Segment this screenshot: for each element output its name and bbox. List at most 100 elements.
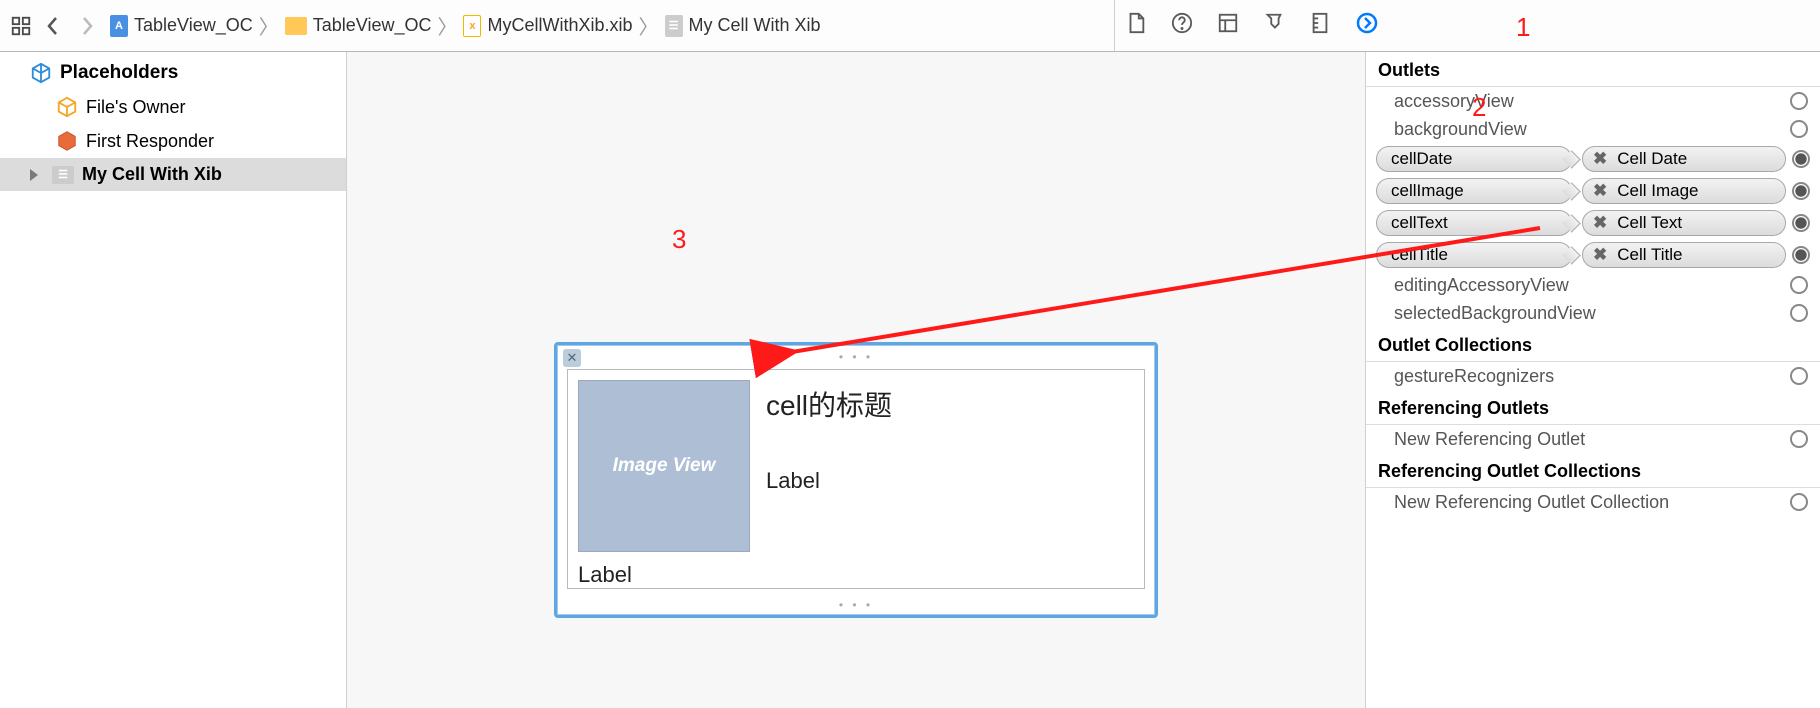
canvas[interactable]: ✕ • • • Image View cell的标题 Label Label •… (347, 52, 1366, 708)
connection-circle-filled-icon[interactable] (1792, 150, 1810, 168)
outlet-backgroundview[interactable]: backgroundView (1366, 115, 1820, 143)
cell-icon: ☰ (665, 15, 683, 37)
breadcrumb-file[interactable]: x MyCellWithXib.xib (463, 15, 632, 37)
size-inspector-icon[interactable] (1309, 12, 1331, 39)
outlet-selectedbackgroundview[interactable]: selectedBackgroundView (1366, 299, 1820, 327)
outlet-target-pill: ✖ Cell Image (1582, 178, 1786, 204)
files-owner-item[interactable]: File's Owner (0, 90, 346, 124)
attributes-inspector-icon[interactable] (1263, 12, 1285, 39)
outlet-name: accessoryView (1378, 91, 1514, 112)
cell-icon: ☰ (52, 166, 74, 184)
annotation-3: 3 (672, 224, 686, 255)
folder-icon (285, 17, 307, 35)
connection-circle-icon[interactable] (1790, 120, 1808, 138)
placeholders-header[interactable]: Placeholders (0, 52, 346, 90)
inspector-tabs (1115, 0, 1389, 51)
outlet-name: editingAccessoryView (1378, 275, 1569, 296)
root-object-label: My Cell With Xib (82, 164, 222, 185)
breadcrumb-object[interactable]: ☰ My Cell With Xib (665, 15, 821, 37)
connection-circle-icon[interactable] (1790, 367, 1808, 385)
identity-inspector-icon[interactable] (1217, 12, 1239, 39)
cell-text-label[interactable]: Label (766, 468, 820, 494)
nav-forward-button[interactable] (70, 11, 104, 41)
image-view-label: Image View (613, 455, 716, 477)
breadcrumb-separator: 〉 (637, 11, 661, 40)
outlet-target: Cell Title (1617, 245, 1682, 265)
breadcrumb-folder[interactable]: TableView_OC (285, 15, 432, 36)
top-toolbar: A TableView_OC 〉 TableView_OC 〉 x MyCell… (0, 0, 1820, 52)
outlet-name: cellText (1391, 213, 1448, 233)
connection-circle-icon[interactable] (1790, 304, 1808, 322)
breadcrumb-project[interactable]: A TableView_OC (110, 15, 253, 37)
outlet-celltitle[interactable]: cellTitle ✖ Cell Title (1366, 239, 1820, 271)
cell-header: ✕ • • • (557, 345, 1155, 369)
document-outline: Placeholders File's Owner First Responde… (0, 52, 347, 708)
outlet-name: backgroundView (1378, 119, 1527, 140)
related-items-icon[interactable] (6, 11, 36, 41)
cell-date-label[interactable]: Label (578, 562, 632, 588)
disconnect-icon[interactable]: ✖ (1593, 213, 1607, 233)
main-area: Placeholders File's Owner First Responde… (0, 52, 1820, 708)
outlet-name: gestureRecognizers (1378, 366, 1554, 387)
outlet-target: Cell Image (1617, 181, 1698, 201)
outlet-name: selectedBackgroundView (1378, 303, 1596, 324)
new-referencing-outlet[interactable]: New Referencing Outlet (1366, 425, 1820, 453)
first-responder-label: First Responder (86, 131, 214, 152)
disconnect-icon[interactable]: ✖ (1593, 149, 1607, 169)
outlet-editingaccessoryview[interactable]: editingAccessoryView (1366, 271, 1820, 299)
cell-title-label[interactable]: cell的标题 (766, 384, 892, 424)
drag-dots-icon: • • • (839, 598, 873, 612)
outlet-gesturerecognizers[interactable]: gestureRecognizers (1366, 362, 1820, 390)
new-referencing-outlet-collection[interactable]: New Referencing Outlet Collection (1366, 488, 1820, 516)
connection-circle-icon[interactable] (1790, 92, 1808, 110)
image-view[interactable]: Image View (578, 380, 750, 552)
outlets-section-title: Outlets (1366, 52, 1820, 87)
outlet-target: Cell Date (1617, 149, 1687, 169)
outlet-accessoryview[interactable]: accessoryView (1366, 87, 1820, 115)
cell-footer: • • • (557, 595, 1155, 615)
disconnect-icon[interactable]: ✖ (1593, 245, 1607, 265)
connection-circle-icon[interactable] (1790, 276, 1808, 294)
connection-circle-filled-icon[interactable] (1792, 182, 1810, 200)
connection-circle-icon[interactable] (1790, 430, 1808, 448)
close-icon[interactable]: ✕ (563, 349, 581, 367)
placeholders-label: Placeholders (60, 62, 178, 84)
connections-inspector-icon[interactable] (1355, 11, 1379, 40)
breadcrumb-folder-label: TableView_OC (313, 15, 432, 36)
xib-icon: x (463, 15, 481, 37)
referencing-outlet-collections-section-title: Referencing Outlet Collections (1366, 453, 1820, 488)
outlet-source-pill: cellTitle (1376, 242, 1572, 268)
annotation-2: 2 (1472, 92, 1486, 123)
connection-circle-filled-icon[interactable] (1792, 246, 1810, 264)
toolbar-left: A TableView_OC 〉 TableView_OC 〉 x MyCell… (0, 0, 1115, 51)
file-inspector-icon[interactable] (1125, 12, 1147, 39)
outlet-celldate[interactable]: cellDate ✖ Cell Date (1366, 143, 1820, 175)
outlet-cellimage[interactable]: cellImage ✖ Cell Image (1366, 175, 1820, 207)
connection-circle-filled-icon[interactable] (1792, 214, 1810, 232)
table-cell-view[interactable]: ✕ • • • Image View cell的标题 Label Label •… (554, 342, 1158, 618)
cube-outline-icon (56, 96, 78, 118)
cube-icon (30, 62, 52, 84)
cell-container: ✕ • • • Image View cell的标题 Label Label •… (554, 342, 1158, 618)
root-object-item[interactable]: ☰ My Cell With Xib (0, 158, 346, 191)
drag-dots-icon: • • • (839, 350, 873, 364)
outlet-source-pill: cellDate (1376, 146, 1572, 172)
breadcrumb-project-label: TableView_OC (134, 15, 253, 36)
outlet-collections-section-title: Outlet Collections (1366, 327, 1820, 362)
breadcrumb-object-label: My Cell With Xib (689, 15, 821, 36)
outlet-target-pill: ✖Cell Text (1582, 210, 1786, 236)
disconnect-icon[interactable]: ✖ (1593, 181, 1607, 201)
outlet-name: cellTitle (1391, 245, 1448, 265)
first-responder-item[interactable]: First Responder (0, 124, 346, 158)
help-inspector-icon[interactable] (1171, 12, 1193, 39)
breadcrumb-file-label: MyCellWithXib.xib (487, 15, 632, 36)
nav-back-button[interactable] (36, 11, 70, 41)
breadcrumb-separator: 〉 (435, 11, 459, 40)
files-owner-label: File's Owner (86, 97, 185, 118)
outlet-name: cellImage (1391, 181, 1464, 201)
project-icon: A (110, 15, 128, 37)
outlet-celltext[interactable]: cellText ✖Cell Text (1366, 207, 1820, 239)
outlet-target-pill: ✖ Cell Date (1582, 146, 1786, 172)
connection-circle-icon[interactable] (1790, 493, 1808, 511)
content-view[interactable]: Image View cell的标题 Label Label (567, 369, 1145, 589)
